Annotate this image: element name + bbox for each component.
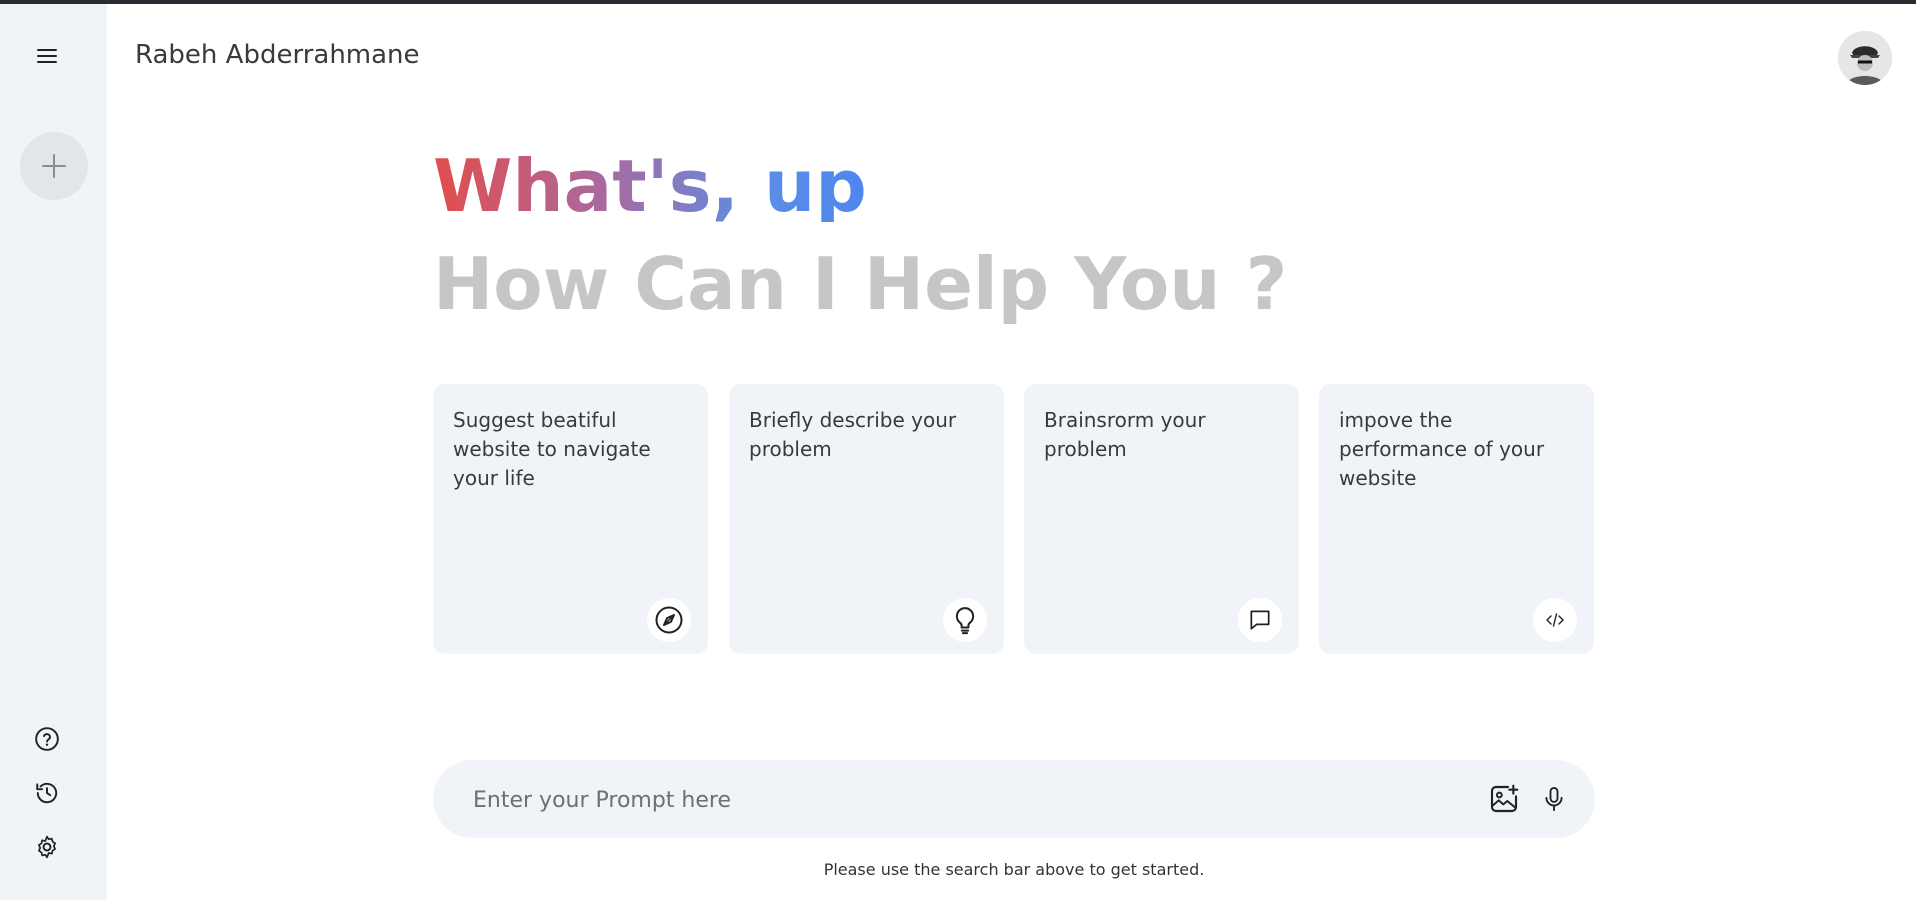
greeting-subtitle: How Can I Help You ? <box>433 242 1288 326</box>
sidebar <box>0 4 107 900</box>
suggestion-card-text: Briefly describe your problem <box>749 408 957 461</box>
suggestion-card-text: Brainsrorm your problem <box>1044 408 1206 461</box>
question-icon <box>35 727 59 751</box>
menu-icon <box>37 49 57 63</box>
menu-button[interactable] <box>27 36 67 76</box>
gear-icon <box>38 835 56 859</box>
microphone-button[interactable] <box>1535 780 1573 818</box>
upload-image-button[interactable] <box>1485 780 1523 818</box>
gallery-add-icon <box>1490 784 1519 813</box>
suggestion-card-1[interactable]: Suggest beatiful website to navigate you… <box>433 384 708 654</box>
card-icon-badge <box>943 598 987 642</box>
bulb-icon <box>955 607 975 635</box>
new-chat-button[interactable] <box>20 132 88 200</box>
suggestion-card-2[interactable]: Briefly describe your problem <box>729 384 1004 654</box>
prompt-input[interactable] <box>471 779 1395 821</box>
app-title: Rabeh Abderrahmane <box>135 40 420 70</box>
help-button[interactable] <box>30 722 64 756</box>
suggestion-card-3[interactable]: Brainsrorm your problem <box>1024 384 1299 654</box>
prompt-bar <box>433 760 1595 838</box>
code-icon <box>1546 613 1564 627</box>
message-icon <box>1250 610 1270 630</box>
suggestion-card-text: Suggest beatiful website to navigate you… <box>453 408 651 490</box>
card-icon-badge <box>647 598 691 642</box>
user-avatar-icon <box>1838 31 1892 85</box>
suggestion-card-4[interactable]: impove the performance of your website <box>1319 384 1594 654</box>
history-button[interactable] <box>30 776 64 810</box>
card-icon-badge <box>1533 598 1577 642</box>
settings-button[interactable] <box>30 830 64 864</box>
greeting-title: What's, up <box>433 144 867 228</box>
compass-icon <box>655 606 683 634</box>
avatar[interactable] <box>1838 31 1892 85</box>
plus-icon <box>42 154 66 178</box>
suggestion-card-text: impove the performance of your website <box>1339 408 1545 490</box>
window-top-border <box>0 0 1916 4</box>
card-icon-badge <box>1238 598 1282 642</box>
footer-note: Please use the search bar above to get s… <box>823 860 1205 879</box>
microphone-icon <box>1545 786 1563 812</box>
history-icon <box>36 782 58 804</box>
